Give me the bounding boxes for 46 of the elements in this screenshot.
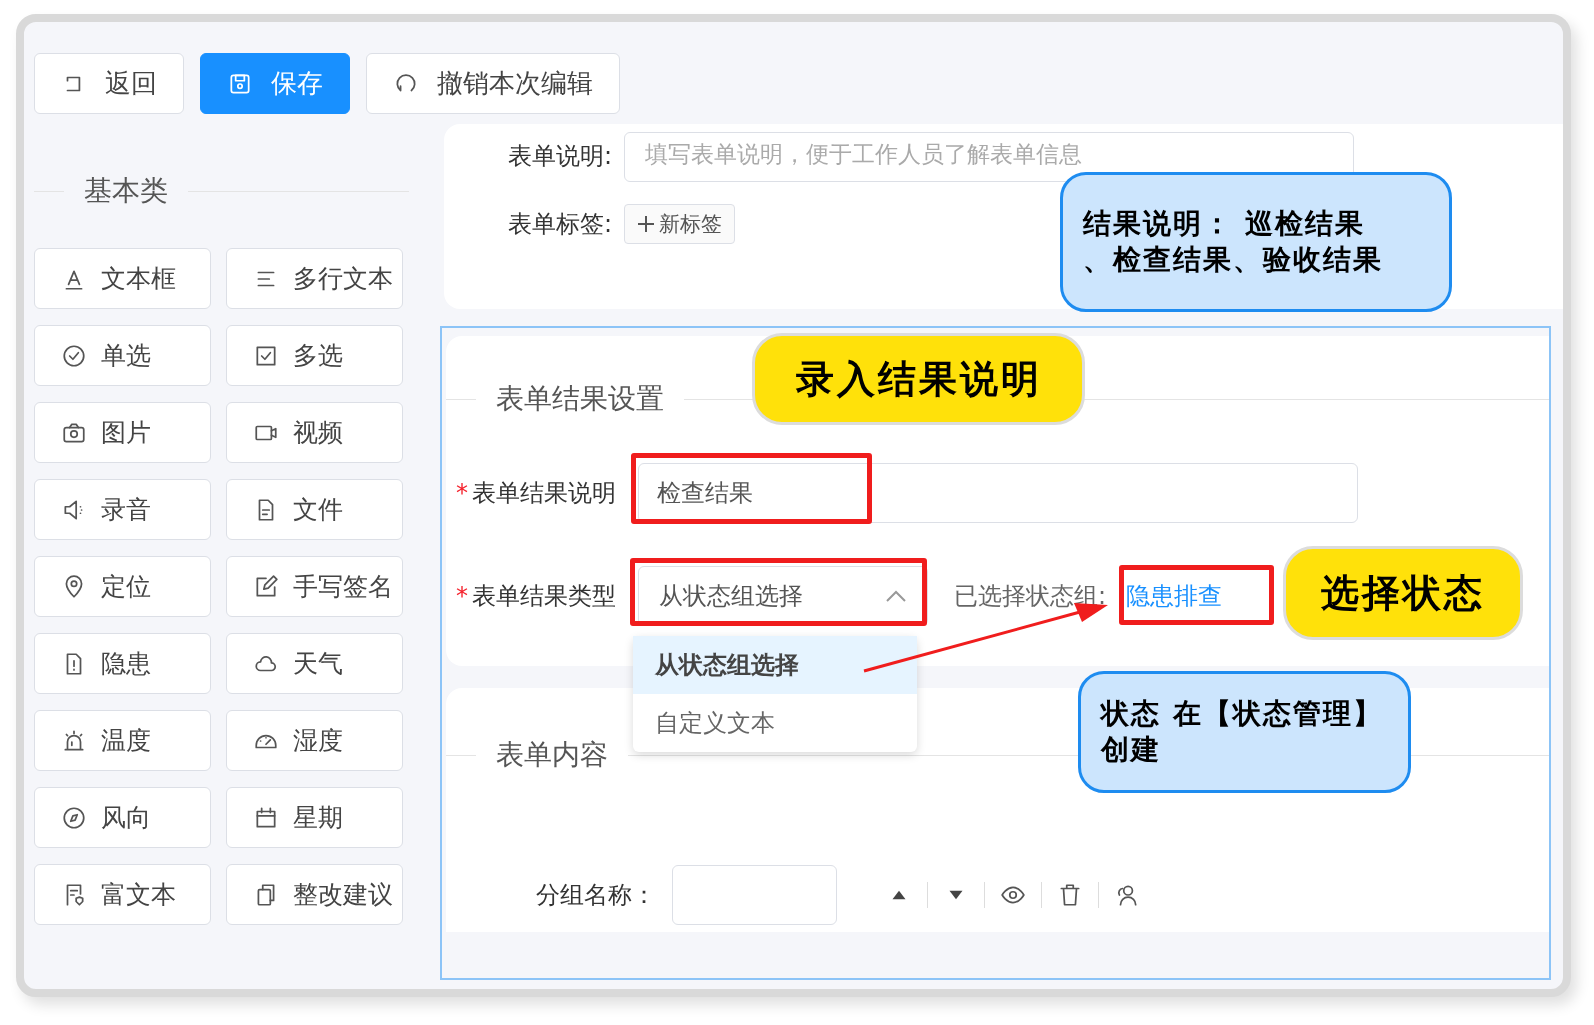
widget-button[interactable]: 风向 [34,787,211,848]
callout: 状态 在【状态管理】创建 [1078,671,1411,793]
widget-button[interactable]: 隐患 [34,633,211,694]
check-circle-icon [61,342,87,369]
undo-button[interactable]: 撤销本次编辑 [366,53,620,114]
widget-button[interactable]: 图片 [34,402,211,463]
widget-button[interactable]: 单选 [34,325,211,386]
widget-button[interactable]: 录音 [34,479,211,540]
widget-button[interactable]: 多行文本 [226,248,403,309]
edit-icon [253,573,279,600]
widget-button[interactable]: 视频 [226,402,403,463]
plus-icon [637,215,655,233]
back-button[interactable]: 返回 [34,53,184,114]
callout: 结果说明： 巡检结果、检查结果、验收结果 [1060,172,1452,312]
dropdown-option[interactable]: 从状态组选择 [633,636,917,694]
widget-button[interactable]: 定位 [34,556,211,617]
widget-button[interactable]: 文本框 [34,248,211,309]
field-label: 分组名称： [536,880,657,911]
field-label: 表单标签: [506,209,613,240]
group-name-field[interactable] [672,865,837,925]
widget-button[interactable]: 整改建议 [226,864,403,925]
result-description-field[interactable]: 检查结果 [638,463,1358,523]
description-field[interactable]: 填写表单说明，便于工作人员了解表单信息 [624,132,1354,182]
widget-button[interactable]: 文件 [226,479,403,540]
widget-button[interactable]: 富文本 [34,864,211,925]
required-mark: * [456,582,468,610]
widget-button[interactable]: 多选 [226,325,403,386]
section-title: 表单结果设置 [496,381,664,417]
field-label: 表单结果说明 [472,478,616,509]
widget-button[interactable]: 天气 [226,633,403,694]
required-mark: * [456,479,468,507]
widget-button[interactable]: 湿度 [226,710,403,771]
section-title: 基本类 [84,173,168,209]
field-label: 表单结果类型 [472,581,616,612]
trash-icon [1057,882,1083,908]
calendar-icon [253,804,279,831]
compass-icon [61,804,87,831]
dropdown-option[interactable]: 自定义文本 [633,694,917,752]
widget-button[interactable]: 手写签名 [226,556,403,617]
widget-button[interactable]: 星期 [226,787,403,848]
widget-button[interactable]: 温度 [34,710,211,771]
new-tag-button[interactable]: 新标签 [624,204,735,244]
callout: 选择状态 [1283,546,1523,640]
section-title: 表单内容 [496,737,608,773]
callout: 录入结果说明 [752,333,1085,425]
field-label: 表单说明: [506,141,613,172]
